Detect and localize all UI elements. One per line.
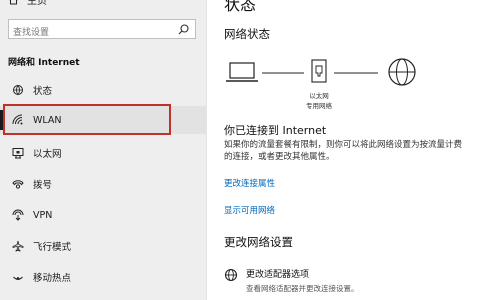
sidebar-item-label: 拨号 — [33, 180, 53, 191]
dialup-icon — [10, 178, 26, 190]
sidebar-item-dialup[interactable]: 拨号 — [0, 170, 206, 198]
section-title: 网络和 Internet — [8, 58, 80, 68]
change-connection-properties-link[interactable]: 更改连接属性 — [224, 177, 275, 189]
sidebar-item-mobile-hotspot[interactable]: 移动热点 — [0, 263, 206, 291]
ethernet-port-icon — [311, 59, 327, 83]
home-globe-icon — [10, 84, 26, 96]
search-input[interactable] — [9, 24, 163, 42]
page-title: 状态 — [224, 0, 257, 14]
adapter-globe-icon — [224, 267, 240, 286]
network-diagram: 以太网 专用网络 — [224, 56, 424, 112]
vpn-icon — [10, 209, 26, 221]
ethernet-icon — [10, 147, 26, 159]
network-status-heading: 网络状态 — [224, 27, 270, 41]
sidebar-item-airplane-mode[interactable]: 飞行模式 — [0, 232, 206, 260]
home-label: 主页 — [27, 0, 47, 7]
home-icon — [10, 0, 17, 4]
sidebar-item-label: 以太网 — [33, 149, 62, 160]
search-field[interactable] — [8, 19, 196, 42]
selection-indicator — [0, 110, 3, 130]
change-adapter-options[interactable]: 更改适配器选项 查看网络适配器并更改连接设置。 — [224, 267, 359, 294]
connection-description: 如果你的流量套餐有限制，则你可以将此网络设置为按流量计费的连接，或者更改其他属性… — [224, 140, 463, 162]
sidebar-item-wlan[interactable]: WLAN — [0, 106, 206, 134]
sidebar-item-label: 飞行模式 — [33, 242, 72, 253]
home-link[interactable]: 主页 — [8, 0, 47, 7]
adapter-options-description: 查看网络适配器并更改连接设置。 — [246, 284, 359, 293]
hotspot-icon — [10, 271, 26, 283]
sidebar-item-label: 移动热点 — [33, 273, 72, 284]
sidebar-item-label: 状态 — [33, 86, 53, 97]
globe-icon — [388, 58, 416, 86]
sidebar-item-label: WLAN — [33, 114, 62, 126]
change-network-settings-heading: 更改网络设置 — [224, 235, 293, 249]
sidebar-item-label: VPN — [33, 209, 53, 221]
sidebar-item-status[interactable]: 状态 — [0, 76, 206, 104]
sidebar: 主页 网络和 Internet 状态 WLAN — [0, 0, 207, 300]
diagram-caption-line2: 专用网络 — [306, 102, 332, 110]
airplane-icon — [10, 240, 26, 252]
sidebar-item-vpn[interactable]: VPN — [0, 201, 206, 229]
sidebar-item-ethernet[interactable]: 以太网 — [0, 139, 206, 167]
main-panel: 状态 网络状态 以太网 专用网络 你已连接到 Internet 如果你的流量套餐… — [206, 0, 480, 300]
diagram-caption-line1: 以太网 — [309, 92, 329, 100]
connection-status-text: 你已连接到 Internet — [224, 124, 327, 137]
wifi-icon — [10, 114, 26, 126]
show-available-networks-link[interactable]: 显示可用网络 — [224, 204, 275, 216]
adapter-options-title: 更改适配器选项 — [246, 270, 310, 280]
search-icon[interactable] — [178, 24, 189, 35]
laptop-icon — [226, 62, 258, 82]
